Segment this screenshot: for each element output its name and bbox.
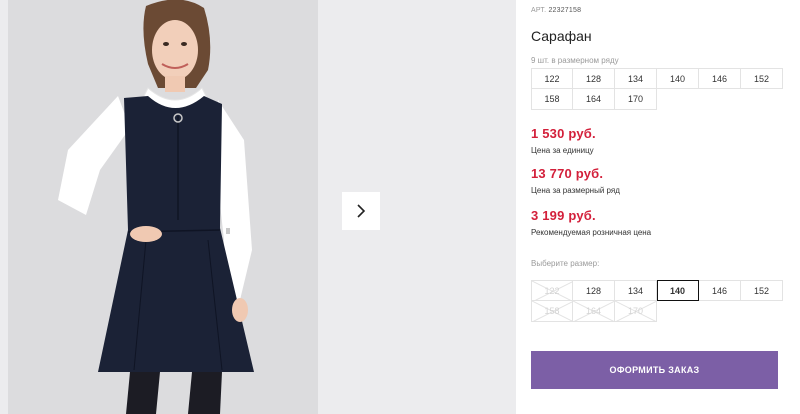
size-option-label: 128 xyxy=(585,285,602,296)
size-row-cell: 140 xyxy=(657,68,699,89)
article-label: АРТ. xyxy=(531,7,547,14)
size-option-label: 140 xyxy=(669,285,686,296)
size-row-cell: 134 xyxy=(615,68,657,89)
size-row-cell: 128 xyxy=(573,68,615,89)
article-value: 22327158 xyxy=(548,7,582,14)
size-option-unavailable: 158 xyxy=(531,301,574,322)
unit-price-label: Цена за единицу xyxy=(531,146,594,155)
size-option[interactable]: 134 xyxy=(615,280,657,301)
product-gallery xyxy=(0,0,516,414)
size-row-cell: 146 xyxy=(699,68,741,89)
size-option-unavailable: 164 xyxy=(573,301,615,322)
size-row-cell: 122 xyxy=(531,68,573,89)
retail-price: 3 199 руб. xyxy=(531,208,596,223)
row-price: 13 770 руб. xyxy=(531,166,604,181)
choose-size-caption: Выберите размер: xyxy=(531,259,600,268)
size-option-unavailable: 170 xyxy=(615,301,657,322)
unit-price: 1 530 руб. xyxy=(531,126,596,141)
product-title: Сарафан xyxy=(531,28,592,44)
gallery-next-button[interactable] xyxy=(342,192,380,230)
size-option-unavailable: 122 xyxy=(531,280,574,302)
retail-price-label: Рекомендуемая розничная цена xyxy=(531,228,652,237)
size-row-grid: 122 128 134 140 146 152 158 164 170 xyxy=(531,68,783,110)
size-option-label: 134 xyxy=(627,285,644,296)
size-row-cell: 158 xyxy=(531,89,573,110)
article-number: АРТ. 22327158 xyxy=(531,7,581,14)
row-price-label: Цена за размерный ряд xyxy=(531,186,620,195)
size-option[interactable]: 152 xyxy=(741,280,783,301)
size-row-caption: 9 шт. в размерном ряду xyxy=(531,56,619,65)
size-row-cell: 152 xyxy=(741,68,783,89)
size-option-label: 164 xyxy=(585,306,602,316)
size-option-label: 146 xyxy=(711,285,728,296)
size-option-label: 158 xyxy=(544,306,560,316)
size-option[interactable]: 128 xyxy=(573,280,615,301)
size-picker-grid: 122 128 134 140 146 152 158 164 170 xyxy=(531,280,783,322)
size-row-cell: 170 xyxy=(615,89,657,110)
size-option-label: 122 xyxy=(544,285,560,296)
size-option-label: 170 xyxy=(627,306,644,316)
size-option-selected[interactable]: 140 xyxy=(657,280,699,301)
product-photo xyxy=(8,0,318,414)
size-row-cell: 164 xyxy=(573,89,615,110)
size-option-label: 152 xyxy=(753,285,770,296)
chevron-right-icon xyxy=(357,204,366,218)
size-option[interactable]: 146 xyxy=(699,280,741,301)
order-button[interactable]: ОФОРМИТЬ ЗАКАЗ xyxy=(531,351,778,389)
